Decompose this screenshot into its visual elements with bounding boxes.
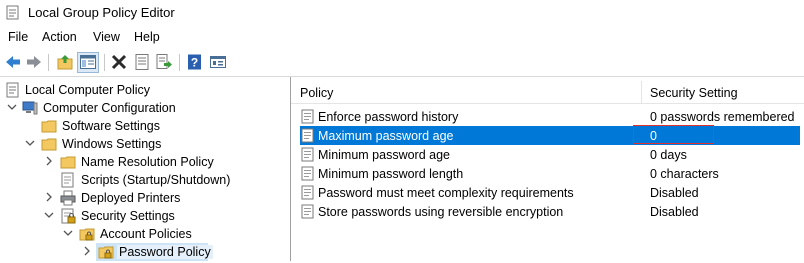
menu-file[interactable]: File: [8, 30, 28, 44]
security-setting-value: Disabled: [650, 205, 699, 219]
tree-item-label: Deployed Printers: [81, 191, 181, 205]
toolbar-separator: [48, 54, 49, 71]
tree-item-label: Name Resolution Policy: [81, 155, 214, 169]
tree-item-name-resolution-policy[interactable]: Name Resolution Policy: [0, 153, 290, 171]
security-settings-icon: [60, 208, 76, 224]
tree-item-label: Password Policy: [117, 245, 213, 259]
view-icon[interactable]: [209, 53, 227, 71]
tree-item-label: Account Policies: [100, 227, 192, 241]
policy-document-icon: [5, 82, 21, 98]
title-bar: Local Group Policy Editor: [0, 0, 804, 26]
policy-name: Store passwords using reversible encrypt…: [318, 205, 564, 219]
security-setting-value: Disabled: [650, 186, 699, 200]
tree-item-windows-settings[interactable]: Windows Settings: [0, 135, 290, 153]
security-setting-value: 0 days: [650, 148, 687, 162]
policy-item-icon: [301, 166, 315, 181]
chevron-down-icon[interactable]: [63, 227, 73, 239]
table-row[interactable]: Store passwords using reversible encrypt…: [291, 202, 804, 221]
policy-item-icon: [301, 128, 315, 143]
computer-icon: [22, 100, 38, 116]
tree-item-password-policy[interactable]: Password Policy: [0, 243, 290, 261]
tree-item-label: Local Computer Policy: [25, 83, 151, 97]
chevron-down-icon[interactable]: [25, 137, 35, 149]
export-list-icon[interactable]: [155, 53, 173, 71]
forward-arrow-icon[interactable]: [25, 53, 43, 71]
tree-item-computer-configuration[interactable]: Computer Configuration: [0, 99, 290, 117]
show-hide-tree-icon[interactable]: [79, 53, 97, 71]
toolbar-separator: [179, 54, 180, 71]
policy-editor-icon: [6, 5, 20, 20]
folder-icon: [41, 118, 57, 134]
locked-folder-icon: [98, 244, 114, 260]
tree-pane: Local Computer Policy Computer Configura…: [0, 77, 291, 261]
table-row[interactable]: Minimum password length 0 characters: [291, 164, 804, 183]
tree-item-scripts[interactable]: Scripts (Startup/Shutdown): [0, 171, 290, 189]
tree-item-account-policies[interactable]: Account Policies: [0, 225, 290, 243]
security-setting-value: 0 characters: [650, 167, 719, 181]
policy-item-icon: [301, 185, 315, 200]
tree-item-local-computer-policy[interactable]: Local Computer Policy: [0, 81, 290, 99]
list-header: Policy Security Setting: [291, 81, 804, 104]
policy-list-pane: Policy Security Setting Enforce password…: [291, 77, 804, 261]
svg-text:?: ?: [191, 56, 198, 70]
chevron-right-icon[interactable]: [44, 191, 54, 203]
menu-view[interactable]: View: [93, 30, 120, 44]
printer-icon: [60, 190, 76, 206]
tree-item-software-settings[interactable]: Software Settings: [0, 117, 290, 135]
table-row[interactable]: Minimum password age 0 days: [291, 145, 804, 164]
chevron-right-icon[interactable]: [44, 155, 54, 167]
table-row-selected[interactable]: Maximum password age 0: [291, 125, 804, 145]
chevron-down-icon[interactable]: [44, 209, 54, 221]
policy-name: Minimum password length: [318, 167, 464, 181]
window-title: Local Group Policy Editor: [28, 5, 175, 20]
help-icon[interactable]: ?: [186, 53, 204, 71]
script-icon: [60, 172, 76, 188]
delete-icon[interactable]: [110, 53, 128, 71]
policy-item-icon: [301, 204, 315, 219]
toolbar-separator: [104, 54, 105, 71]
policy-item-icon: [301, 147, 315, 162]
menu-help[interactable]: Help: [134, 30, 160, 44]
column-header-policy[interactable]: Policy: [300, 86, 333, 100]
policy-name: Password must meet complexity requiremen…: [318, 186, 574, 200]
tree-item-label: Software Settings: [62, 119, 160, 133]
menu-bar: File Action View Help: [0, 28, 804, 48]
up-folder-icon[interactable]: [56, 53, 74, 71]
column-divider[interactable]: [641, 81, 642, 103]
toolbar: ?: [0, 50, 804, 77]
properties-icon[interactable]: [133, 53, 151, 71]
policy-name: Minimum password age: [318, 148, 450, 162]
table-row[interactable]: Enforce password history 0 passwords rem…: [291, 107, 804, 126]
menu-action[interactable]: Action: [42, 30, 77, 44]
policy-item-icon: [301, 109, 315, 124]
table-row[interactable]: Password must meet complexity requiremen…: [291, 183, 804, 202]
column-header-security-setting[interactable]: Security Setting: [650, 86, 738, 100]
back-arrow-icon[interactable]: [4, 53, 22, 71]
tree-item-label: Windows Settings: [62, 137, 162, 151]
chevron-down-icon[interactable]: [7, 101, 17, 113]
tree-item-deployed-printers[interactable]: Deployed Printers: [0, 189, 290, 207]
tree-item-label: Security Settings: [81, 209, 175, 223]
tree-item-label: Scripts (Startup/Shutdown): [81, 173, 231, 187]
locked-folder-icon: [79, 226, 95, 242]
tree-item-label: Computer Configuration: [43, 101, 176, 115]
tree-item-security-settings[interactable]: Security Settings: [0, 207, 290, 225]
folder-icon: [60, 154, 76, 170]
highlight-box: [633, 125, 714, 144]
security-setting-value: 0 passwords remembered: [650, 110, 795, 124]
policy-name: Maximum password age: [318, 129, 454, 143]
folder-icon: [41, 136, 57, 152]
policy-name: Enforce password history: [318, 110, 459, 124]
chevron-right-icon[interactable]: [82, 245, 92, 257]
